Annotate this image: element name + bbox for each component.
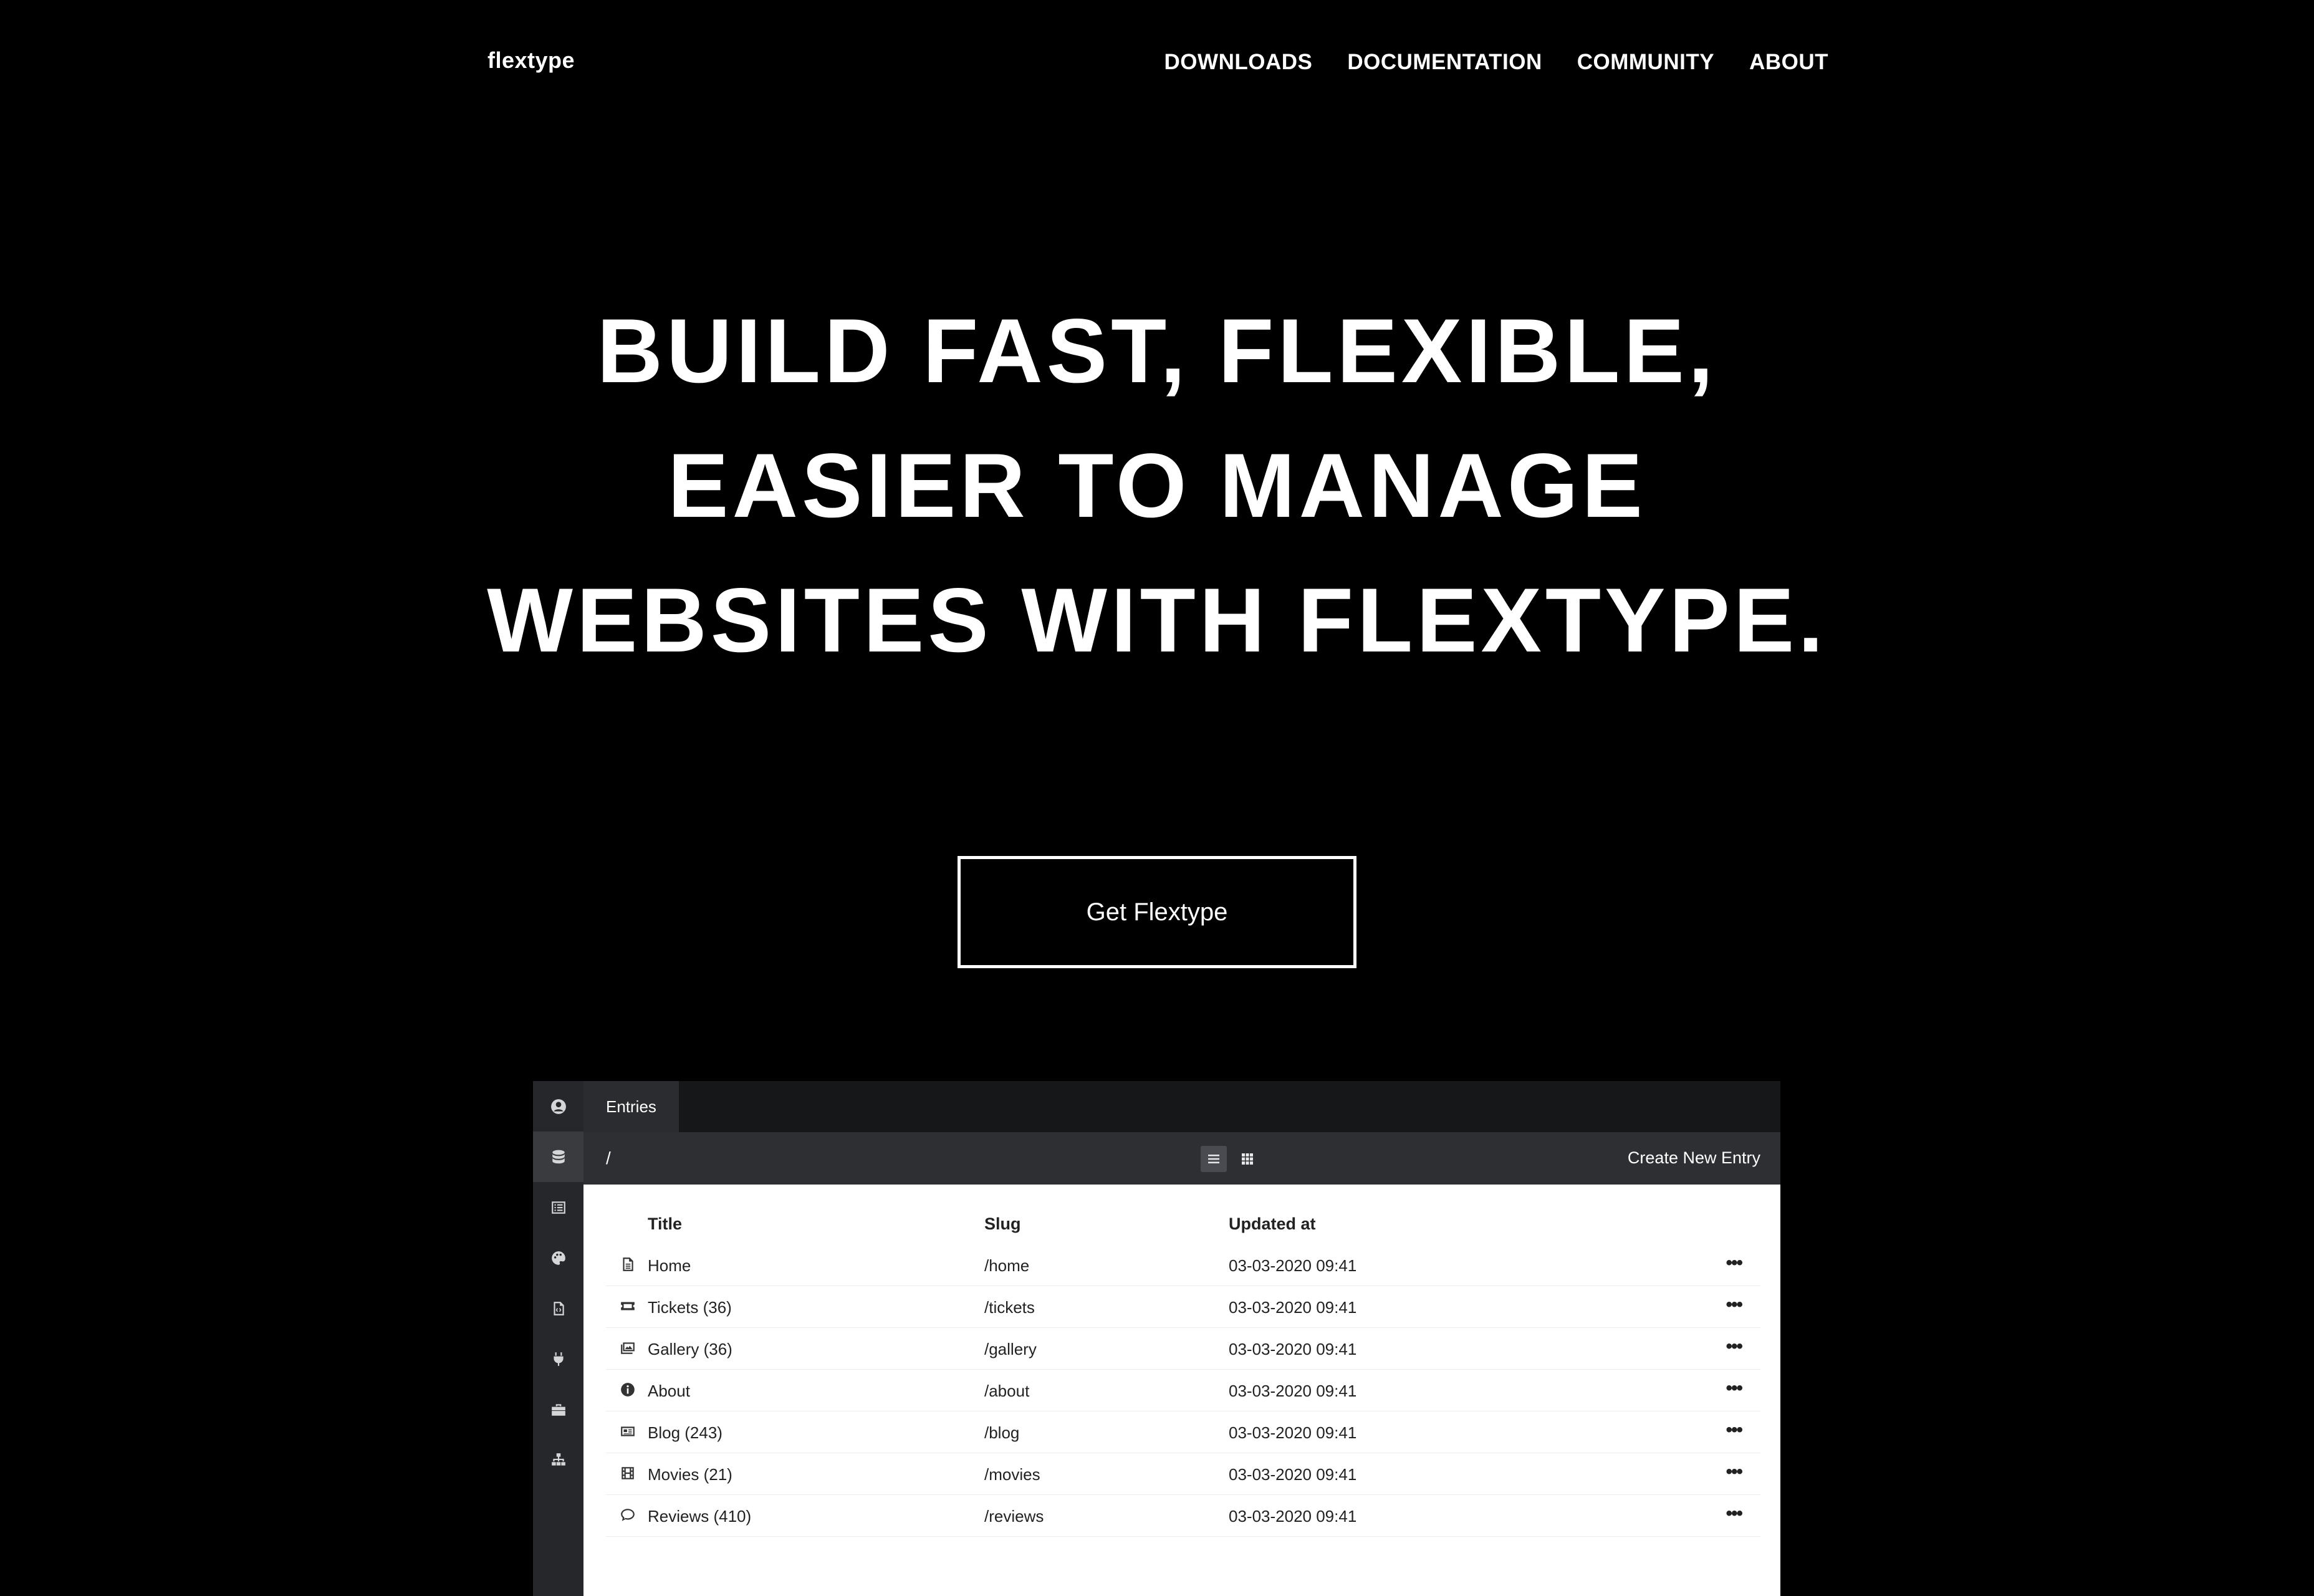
row-menu-icon[interactable]: ••• [1726, 1252, 1742, 1274]
row-menu-icon[interactable]: ••• [1726, 1420, 1742, 1441]
main-nav: DOWNLOADS DOCUMENTATION COMMUNITY ABOUT [1164, 50, 1828, 75]
row-slug: /home [984, 1256, 1030, 1275]
nav-downloads[interactable]: DOWNLOADS [1164, 50, 1313, 75]
brand-logo[interactable]: flextype [487, 47, 575, 74]
row-updated: 03-03-2020 09:41 [1229, 1382, 1357, 1400]
row-menu-icon[interactable]: ••• [1726, 1336, 1742, 1357]
film-icon [620, 1465, 636, 1481]
row-menu-icon[interactable]: ••• [1726, 1461, 1742, 1483]
list-icon[interactable] [533, 1182, 583, 1233]
row-slug: /movies [984, 1465, 1040, 1484]
row-updated: 03-03-2020 09:41 [1229, 1340, 1357, 1358]
row-updated: 03-03-2020 09:41 [1229, 1465, 1357, 1484]
table-row[interactable]: Reviews (410) /reviews 03-03-2020 09:41 … [606, 1494, 1760, 1537]
row-menu-icon[interactable]: ••• [1726, 1503, 1742, 1524]
hero-line-2: EASIER TO MANAGE [668, 435, 1646, 536]
nav-documentation[interactable]: DOCUMENTATION [1347, 50, 1542, 75]
row-menu-icon[interactable]: ••• [1726, 1294, 1742, 1315]
database-icon[interactable] [533, 1132, 583, 1182]
hero-line-1: BUILD FAST, FLEXIBLE, [597, 300, 1717, 401]
grid-view-icon[interactable] [1234, 1146, 1260, 1172]
view-switcher [1201, 1146, 1260, 1172]
row-updated: 03-03-2020 09:41 [1229, 1298, 1357, 1317]
row-title[interactable]: Tickets (36) [648, 1298, 732, 1317]
tab-bar: Entries [583, 1081, 1780, 1132]
toolbox-icon[interactable] [533, 1384, 583, 1435]
sitemap-icon[interactable] [533, 1435, 583, 1485]
row-title[interactable]: Movies (21) [648, 1465, 732, 1484]
table-row[interactable]: Tickets (36) /tickets 03-03-2020 09:41 •… [606, 1286, 1760, 1328]
column-title[interactable]: Title [648, 1214, 682, 1234]
nav-about[interactable]: ABOUT [1749, 50, 1828, 75]
breadcrumb[interactable]: / [606, 1148, 611, 1168]
entries-table: Title Slug Updated at Home /home 03-03-2… [583, 1185, 1780, 1596]
info-icon [620, 1382, 636, 1398]
user-circle-icon[interactable] [533, 1081, 583, 1132]
get-flextype-button[interactable]: Get Flextype [958, 856, 1356, 968]
entries-toolbar: / Create New Entry [583, 1132, 1780, 1185]
table-header: Title Slug Updated at [583, 1214, 1780, 1239]
table-row[interactable]: Movies (21) /movies 03-03-2020 09:41 ••• [606, 1453, 1760, 1495]
table-row[interactable]: About /about 03-03-2020 09:41 ••• [606, 1369, 1760, 1411]
table-row[interactable]: Home /home 03-03-2020 09:41 ••• [606, 1244, 1760, 1286]
column-updated-at[interactable]: Updated at [1229, 1214, 1316, 1234]
row-slug: /tickets [984, 1298, 1035, 1317]
row-updated: 03-03-2020 09:41 [1229, 1507, 1357, 1526]
table-row[interactable]: Blog (243) /blog 03-03-2020 09:41 ••• [606, 1411, 1760, 1453]
plug-icon[interactable] [533, 1334, 583, 1384]
hero-line-3: WEBSITES WITH FLEXTYPE. [487, 569, 1827, 671]
comment-icon [620, 1507, 636, 1523]
row-title[interactable]: Home [648, 1256, 691, 1276]
hero-heading: BUILD FAST, FLEXIBLE, EASIER TO MANAGE W… [0, 284, 2314, 688]
list-view-icon[interactable] [1201, 1146, 1227, 1172]
sidebar-rail [533, 1081, 583, 1596]
row-slug: /gallery [984, 1340, 1037, 1358]
tab-entries[interactable]: Entries [583, 1081, 679, 1132]
row-title[interactable]: Gallery (36) [648, 1340, 732, 1359]
row-title[interactable]: About [648, 1382, 690, 1401]
palette-icon[interactable] [533, 1233, 583, 1283]
row-slug: /blog [984, 1423, 1020, 1442]
file-icon [620, 1256, 636, 1272]
column-slug[interactable]: Slug [984, 1214, 1021, 1234]
nav-community[interactable]: COMMUNITY [1577, 50, 1714, 75]
app-preview: Entries / Create New Entry Title Slug Up… [533, 1081, 1780, 1596]
row-slug: /about [984, 1382, 1030, 1400]
row-updated: 03-03-2020 09:41 [1229, 1423, 1357, 1442]
newspaper-icon [620, 1423, 636, 1440]
create-new-entry-button[interactable]: Create New Entry [1628, 1148, 1760, 1168]
images-icon [620, 1340, 636, 1356]
row-title[interactable]: Reviews (410) [648, 1507, 751, 1526]
row-slug: /reviews [984, 1507, 1044, 1526]
table-row[interactable]: Gallery (36) /gallery 03-03-2020 09:41 •… [606, 1327, 1760, 1370]
file-code-icon[interactable] [533, 1283, 583, 1334]
row-menu-icon[interactable]: ••• [1726, 1378, 1742, 1399]
row-updated: 03-03-2020 09:41 [1229, 1256, 1357, 1275]
ticket-icon [620, 1298, 636, 1314]
row-title[interactable]: Blog (243) [648, 1423, 723, 1443]
